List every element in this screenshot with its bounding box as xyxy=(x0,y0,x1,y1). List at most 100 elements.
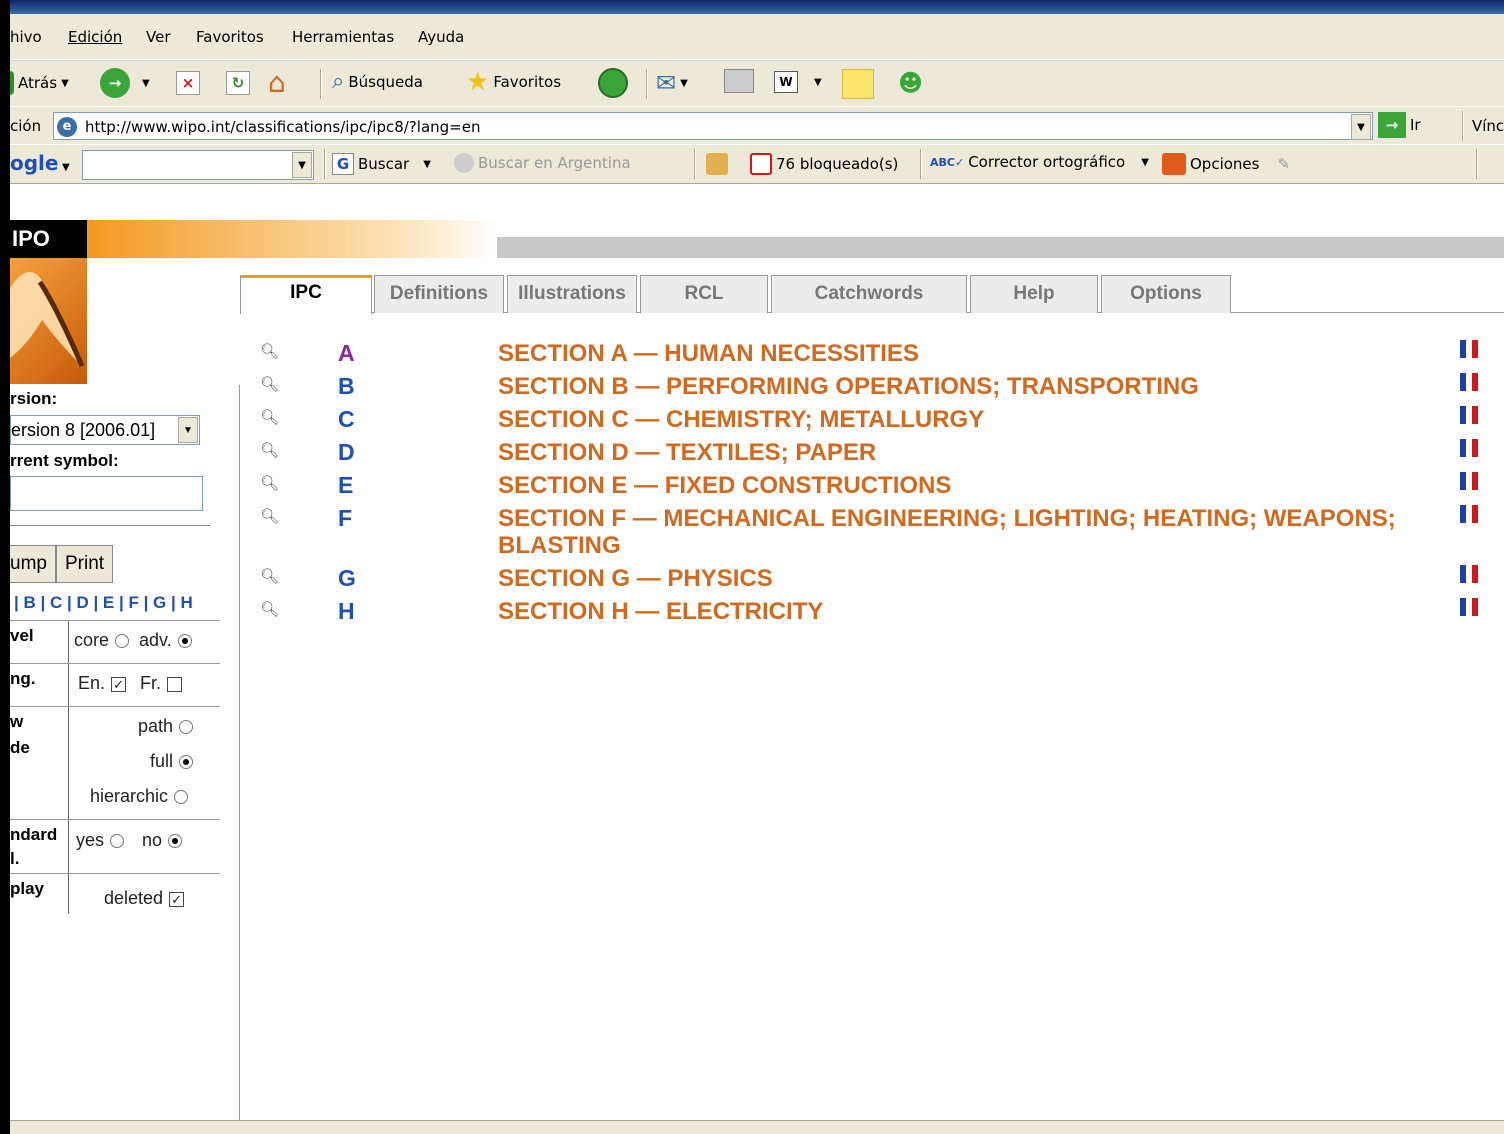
search-button[interactable]: ⌕ Búsqueda xyxy=(332,69,423,94)
messenger-button[interactable]: ☻ xyxy=(898,69,923,97)
history-button[interactable] xyxy=(598,68,628,98)
menu-edit[interactable]: Edición xyxy=(68,28,122,46)
tab-rcl[interactable]: RCL xyxy=(640,275,768,313)
search-dropdown-icon[interactable]: ▼ xyxy=(292,152,312,178)
lang-fr-checkbox[interactable] xyxy=(167,676,183,692)
tab-illustrations[interactable]: Illustrations xyxy=(507,275,637,313)
tab-definitions[interactable]: Definitions xyxy=(374,275,504,313)
section-letter-link[interactable]: F xyxy=(338,505,352,532)
display-deleted-checkbox[interactable]: ✓ xyxy=(169,891,185,907)
search-argentina-button[interactable]: Buscar en Argentina xyxy=(454,153,631,173)
french-flag-icon[interactable] xyxy=(1460,340,1478,358)
tab-ipc[interactable]: IPC xyxy=(240,275,372,314)
french-flag-icon[interactable] xyxy=(1460,472,1478,490)
jump-button[interactable]: ump xyxy=(10,545,56,583)
printer-icon xyxy=(724,69,754,93)
menu-tools[interactable]: Herramientas xyxy=(292,28,394,46)
section-letter-link[interactable]: G xyxy=(338,565,356,592)
section-title-link[interactable]: SECTION F — MECHANICAL ENGINEERING; LIGH… xyxy=(498,505,1438,559)
tab-help[interactable]: Help xyxy=(970,275,1098,313)
links-label[interactable]: Vínc xyxy=(1472,117,1504,135)
edit-button[interactable]: W ▼ xyxy=(774,71,822,93)
tab-options[interactable]: Options xyxy=(1101,275,1231,313)
mail-button[interactable]: ✉ ▼ xyxy=(656,69,688,97)
refresh-icon: ↻ xyxy=(226,71,250,95)
section-title-link[interactable]: SECTION C — CHEMISTRY; METALLURGY xyxy=(498,406,1438,433)
menu-favorites[interactable]: Favoritos xyxy=(196,28,264,46)
section-title-link[interactable]: SECTION D — TEXTILES; PAPER xyxy=(498,439,1438,466)
search-icon: ⌕ xyxy=(332,69,345,94)
popup-blocker-button[interactable]: 76 bloqueado(s) xyxy=(750,153,898,175)
section-letter-link[interactable]: A xyxy=(338,340,355,367)
address-dropdown-icon[interactable]: ▼ xyxy=(1351,114,1371,140)
google-logo[interactable]: ogle ▼ xyxy=(10,151,70,175)
home-button[interactable]: ⌂ xyxy=(268,66,286,99)
tab-catchwords[interactable]: Catchwords xyxy=(771,275,967,313)
address-input[interactable]: e http://www.wipo.int/classifications/ip… xyxy=(53,112,1373,140)
word-icon: W xyxy=(774,71,798,93)
magnifier-icon[interactable]: 🔍︎ xyxy=(260,567,279,585)
section-title-link[interactable]: SECTION A — HUMAN NECESSITIES xyxy=(498,340,1438,367)
print-button[interactable] xyxy=(724,69,754,93)
google-search-input[interactable]: ▼ xyxy=(82,150,314,180)
note-icon xyxy=(842,69,874,99)
view-hierarchic-radio[interactable] xyxy=(174,790,189,805)
magnifier-icon[interactable]: 🔍︎ xyxy=(260,441,279,459)
browser-window: hivo Edición Ver Favoritos Herramientas … xyxy=(0,0,1504,1134)
refresh-button[interactable]: ↻ xyxy=(226,71,250,95)
magnifier-icon[interactable]: 🔍︎ xyxy=(260,600,279,618)
menu-view[interactable]: Ver xyxy=(146,28,171,46)
section-title-link[interactable]: SECTION B — PERFORMING OPERATIONS; TRANS… xyxy=(498,373,1438,400)
magnifier-icon[interactable]: 🔍︎ xyxy=(260,507,279,525)
pencil-icon: ✎ xyxy=(1277,155,1291,173)
menu-help[interactable]: Ayuda xyxy=(418,28,464,46)
menu-file[interactable]: hivo xyxy=(10,28,42,46)
favorites-button[interactable]: ★ Favoritos xyxy=(466,67,561,97)
section-letter-link[interactable]: E xyxy=(338,472,353,499)
french-flag-icon[interactable] xyxy=(1460,598,1478,616)
magnifier-icon[interactable]: 🔍︎ xyxy=(260,375,279,393)
section-letter-link[interactable]: C xyxy=(338,406,355,433)
current-symbol-input[interactable] xyxy=(10,476,203,511)
magnifier-icon[interactable]: 🔍︎ xyxy=(260,474,279,492)
section-title-link[interactable]: SECTION G — PHYSICS xyxy=(498,565,1438,592)
section-title-link[interactable]: SECTION E — FIXED CONSTRUCTIONS xyxy=(498,472,1438,499)
view-label: w xyxy=(10,712,24,731)
french-flag-icon[interactable] xyxy=(1460,565,1478,583)
section-letter-link[interactable]: B xyxy=(338,373,355,400)
french-flag-icon[interactable] xyxy=(1460,373,1478,391)
french-flag-icon[interactable] xyxy=(1460,439,1478,457)
ie-page-icon: e xyxy=(57,117,77,137)
standard-label: ndard xyxy=(10,825,58,844)
version-select[interactable]: ersion 8 [2006.01] ▼ xyxy=(10,415,200,445)
view-path-radio[interactable] xyxy=(179,720,194,735)
version-label: rsion: xyxy=(10,389,58,408)
standard-no-radio[interactable] xyxy=(168,834,183,849)
view-full-radio[interactable] xyxy=(179,755,194,770)
french-flag-icon[interactable] xyxy=(1460,505,1478,523)
magnifier-icon[interactable]: 🔍︎ xyxy=(260,342,279,360)
options-button[interactable]: Opciones ✎ xyxy=(1162,153,1290,175)
lang-en-checkbox[interactable]: ✓ xyxy=(111,676,127,692)
french-flag-icon[interactable] xyxy=(1460,406,1478,424)
spellcheck-button[interactable]: ABC✓ Corrector ortográfico ▼ xyxy=(930,153,1149,171)
header-gradient xyxy=(87,220,497,258)
print-button-page[interactable]: Print xyxy=(56,545,114,583)
google-search-button[interactable]: G Buscar ▼ xyxy=(332,153,431,175)
section-letter-link[interactable]: H xyxy=(338,598,355,625)
level-core-radio[interactable] xyxy=(115,634,130,649)
forward-button[interactable]: → ▼ xyxy=(100,68,150,98)
level-adv-radio[interactable] xyxy=(177,634,192,649)
discuss-button[interactable] xyxy=(842,69,874,99)
pagerank-button[interactable] xyxy=(706,153,728,175)
back-button[interactable]: Atrás ▼ xyxy=(10,71,69,95)
google-toolbar: ogle ▼ ▼ G Buscar ▼ Buscar en Argentina 76… xyxy=(10,144,1504,184)
section-title-link[interactable]: SECTION H — ELECTRICITY xyxy=(498,598,1438,625)
go-button[interactable]: → Ir xyxy=(1378,112,1421,138)
section-letter-link[interactable]: D xyxy=(338,439,355,466)
version-dropdown-icon[interactable]: ▼ xyxy=(178,417,198,443)
standard-yes-radio[interactable] xyxy=(110,834,125,849)
magnifier-icon[interactable]: 🔍︎ xyxy=(260,408,279,426)
section-letter-links[interactable]: | B | C | D | E | F | G | H xyxy=(14,593,193,613)
stop-button[interactable]: × xyxy=(176,71,200,95)
